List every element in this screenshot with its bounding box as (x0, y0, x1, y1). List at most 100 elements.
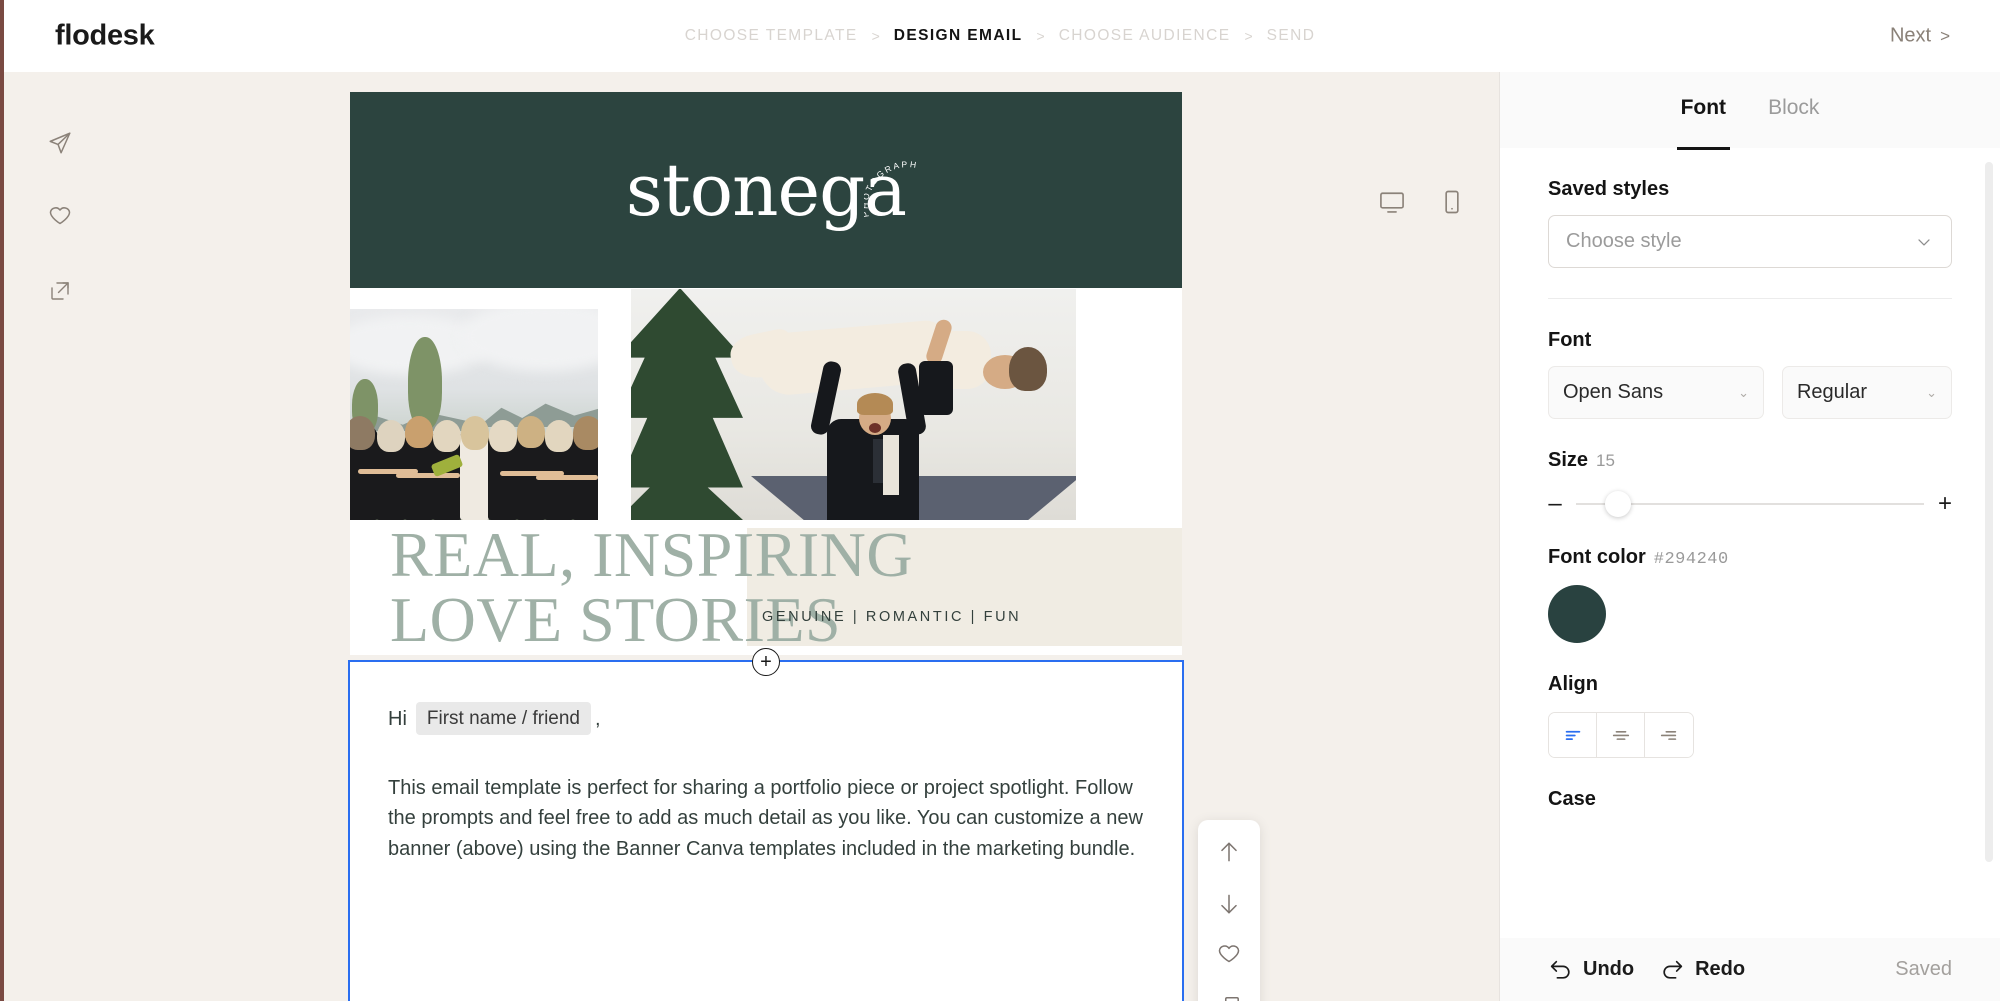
duplicate-block-copy-icon[interactable] (1212, 993, 1246, 1001)
email-greeting-line: Hi First name / friend , (388, 702, 1144, 735)
align-center-button[interactable] (1597, 713, 1645, 757)
case-section: Case (1548, 758, 1952, 811)
greeting-prefix: Hi (388, 707, 407, 730)
saved-styles-section: Saved styles Choose style (1548, 148, 1952, 268)
breadcrumb-step-send[interactable]: SEND (1267, 27, 1316, 45)
desktop-preview-icon[interactable] (1375, 185, 1409, 219)
device-preview-toggles (1375, 185, 1469, 219)
greeting-suffix: , (595, 707, 601, 730)
image-couple-lift[interactable] (631, 289, 1076, 520)
image-bridesmaids-toast[interactable] (350, 309, 598, 520)
next-label: Next (1889, 24, 1932, 47)
font-weight-value: Regular (1796, 381, 1868, 403)
block-action-toolbar (1198, 820, 1260, 1001)
font-weight-select[interactable]: Regular ⌄ (1781, 366, 1952, 419)
selected-text-block[interactable]: + Hi First name / friend , This email te… (348, 648, 1184, 1001)
saved-styles-placeholder: Choose style (1566, 230, 1682, 252)
breadcrumb-separator: > (871, 28, 880, 44)
breadcrumb-separator: > (1036, 28, 1045, 44)
external-link-icon[interactable] (37, 268, 83, 314)
panel-scroll-content: Saved styles Choose style Font Open Sans… (1500, 148, 2000, 938)
save-status-label: Saved (1895, 958, 1952, 980)
breadcrumb-separator: > (1244, 28, 1253, 44)
left-accent-edge (0, 0, 4, 1001)
font-color-label: Font color #294240 (1548, 546, 1952, 569)
panel-tabs: Font Block (1500, 72, 2000, 150)
undo-label: Undo (1583, 958, 1635, 980)
next-button[interactable]: Next > (1890, 25, 1950, 48)
brand-logo-graphic: stonega PHOTOGRAPHY (626, 154, 917, 226)
font-color-swatch[interactable] (1548, 585, 1606, 643)
chevron-down-icon (1918, 238, 1930, 246)
panel-footer: Undo Redo Saved (1500, 938, 2000, 1001)
font-settings-panel: Font Block Saved styles Choose style Fon… (1500, 72, 2000, 1001)
font-color-hex: #294240 (1653, 550, 1729, 569)
tab-block[interactable]: Block (1762, 96, 1825, 124)
email-images-block[interactable] (350, 288, 1182, 520)
add-block-above-button[interactable]: + (752, 648, 780, 676)
email-headline-block[interactable]: REAL, INSPIRING LOVE STORIES GENUINE | R… (350, 520, 1182, 655)
breadcrumb-step-choose-template[interactable]: CHOOSE TEMPLATE (685, 27, 858, 45)
align-left-button[interactable] (1549, 713, 1597, 757)
chevron-down-icon: ⌄ (1738, 384, 1749, 400)
size-slider-knob[interactable] (1604, 491, 1631, 517)
text-block-content[interactable]: Hi First name / friend , This email temp… (350, 662, 1182, 864)
size-value: 15 (1596, 451, 1615, 470)
saved-styles-select[interactable]: Choose style (1548, 215, 1952, 268)
save-block-heart-icon[interactable] (1212, 941, 1246, 970)
case-label: Case (1548, 788, 1596, 810)
move-block-up-icon[interactable] (1212, 838, 1246, 867)
font-section: Font Open Sans ⌄ Regular ⌄ (1548, 299, 1952, 419)
breadcrumb: CHOOSE TEMPLATE > DESIGN EMAIL > CHOOSE … (685, 27, 1316, 45)
size-increase-button[interactable]: + (1938, 492, 1952, 516)
email-canvas-area: stonega PHOTOGRAPHY (0, 72, 1500, 1001)
redo-arrow-icon (1663, 960, 1683, 979)
tab-font[interactable]: Font (1675, 96, 1732, 150)
font-family-value: Open Sans (1563, 381, 1664, 403)
align-right-button[interactable] (1645, 713, 1693, 757)
redo-button[interactable]: Redo (1660, 957, 1745, 982)
top-navigation-bar: flodesk CHOOSE TEMPLATE > DESIGN EMAIL >… (0, 0, 2000, 72)
align-left-icon (1565, 730, 1580, 740)
email-body-paragraph: This email template is perfect for shari… (388, 777, 1143, 860)
size-slider-track[interactable] (1576, 491, 1924, 517)
favorite-heart-icon[interactable] (37, 194, 83, 240)
svg-text:PHOTOGRAPHY: PHOTOGRAPHY (864, 160, 919, 218)
align-label: Align (1548, 673, 1598, 695)
logo-arc-label: PHOTOGRAPHY (864, 160, 917, 218)
logo-arc-text: PHOTOGRAPHY (864, 160, 919, 218)
redo-label: Redo (1695, 958, 1746, 980)
saved-styles-label: Saved styles (1548, 178, 1670, 200)
email-tagline: GENUINE | ROMANTIC | FUN (762, 609, 1022, 625)
align-section: Align (1548, 643, 1952, 758)
email-banner-block[interactable]: stonega PHOTOGRAPHY (350, 92, 1182, 288)
merge-tag-first-name[interactable]: First name / friend (415, 702, 591, 735)
undo-arrow-icon (1550, 960, 1570, 979)
send-test-icon[interactable] (37, 120, 83, 166)
font-color-section: Font color #294240 (1548, 516, 1952, 643)
size-decrease-button[interactable]: – (1548, 492, 1562, 516)
mobile-preview-icon[interactable] (1435, 185, 1469, 219)
undo-button[interactable]: Undo (1548, 957, 1634, 982)
font-color-label-text: Font color (1548, 546, 1646, 568)
move-block-down-icon[interactable] (1212, 890, 1246, 919)
size-slider-row: – + (1548, 491, 1952, 517)
size-section: Size 15 – + (1548, 419, 1952, 517)
flodesk-email-editor: flodesk CHOOSE TEMPLATE > DESIGN EMAIL >… (0, 0, 2000, 1001)
email-preview: stonega PHOTOGRAPHY (350, 92, 1182, 655)
left-tool-rail (0, 72, 120, 1001)
email-headline: REAL, INSPIRING LOVE STORIES (390, 519, 914, 656)
align-center-icon (1612, 731, 1629, 740)
font-label: Font (1548, 329, 1592, 351)
font-pickers-row: Open Sans ⌄ Regular ⌄ (1548, 366, 1952, 419)
chevron-down-icon: ⌄ (1926, 384, 1937, 400)
font-family-select[interactable]: Open Sans ⌄ (1548, 366, 1764, 419)
breadcrumb-step-design-email[interactable]: DESIGN EMAIL (894, 27, 1023, 45)
chevron-right-icon: > (1940, 26, 1950, 45)
brand-logo[interactable]: flodesk (55, 20, 155, 53)
size-label: Size 15 (1548, 449, 1952, 472)
align-button-group (1548, 712, 1694, 758)
panel-scrollbar[interactable] (1985, 162, 1993, 862)
breadcrumb-step-choose-audience[interactable]: CHOOSE AUDIENCE (1059, 27, 1231, 45)
align-right-icon (1660, 731, 1677, 740)
